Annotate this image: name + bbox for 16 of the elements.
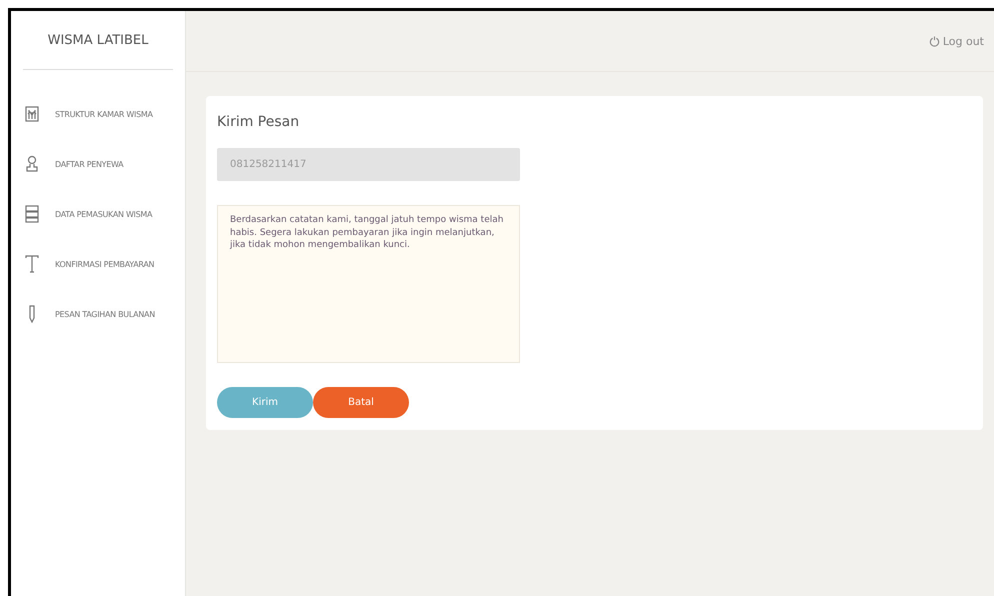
cancel-button[interactable]: Batal — [313, 387, 409, 418]
person-icon — [25, 155, 39, 173]
sidebar-item[interactable]: DAFTAR PENYEWA — [25, 152, 185, 176]
server-icon — [25, 205, 39, 223]
logout-link[interactable]: Log out — [928, 34, 984, 48]
sidebar-item[interactable]: PESAN TAGIHAN BULANAN — [25, 302, 185, 326]
form-title: Kirim Pesan — [217, 114, 300, 130]
sidebar-item[interactable]: KONFIRMASI PEMBAYARAN — [25, 252, 185, 276]
text-icon — [25, 255, 39, 273]
sidebar-item[interactable]: STRUKTUR KAMAR WISMA — [25, 102, 185, 126]
send-button[interactable]: Kirim — [217, 387, 313, 418]
brand-title: WISMA LATIBEL — [48, 32, 148, 48]
sidebar-item[interactable]: DATA PEMASUKAN WISMA — [25, 202, 185, 226]
chart-icon — [25, 105, 39, 123]
message-field[interactable]: Berdasarkan catatan kami, tanggal jatuh tempo wisma telah habis. Segera lakukan pembayaran jika ingin melanjutkan, jika tidak mohon mengembalikan kunci. — [217, 205, 520, 363]
power-icon — [928, 36, 940, 46]
